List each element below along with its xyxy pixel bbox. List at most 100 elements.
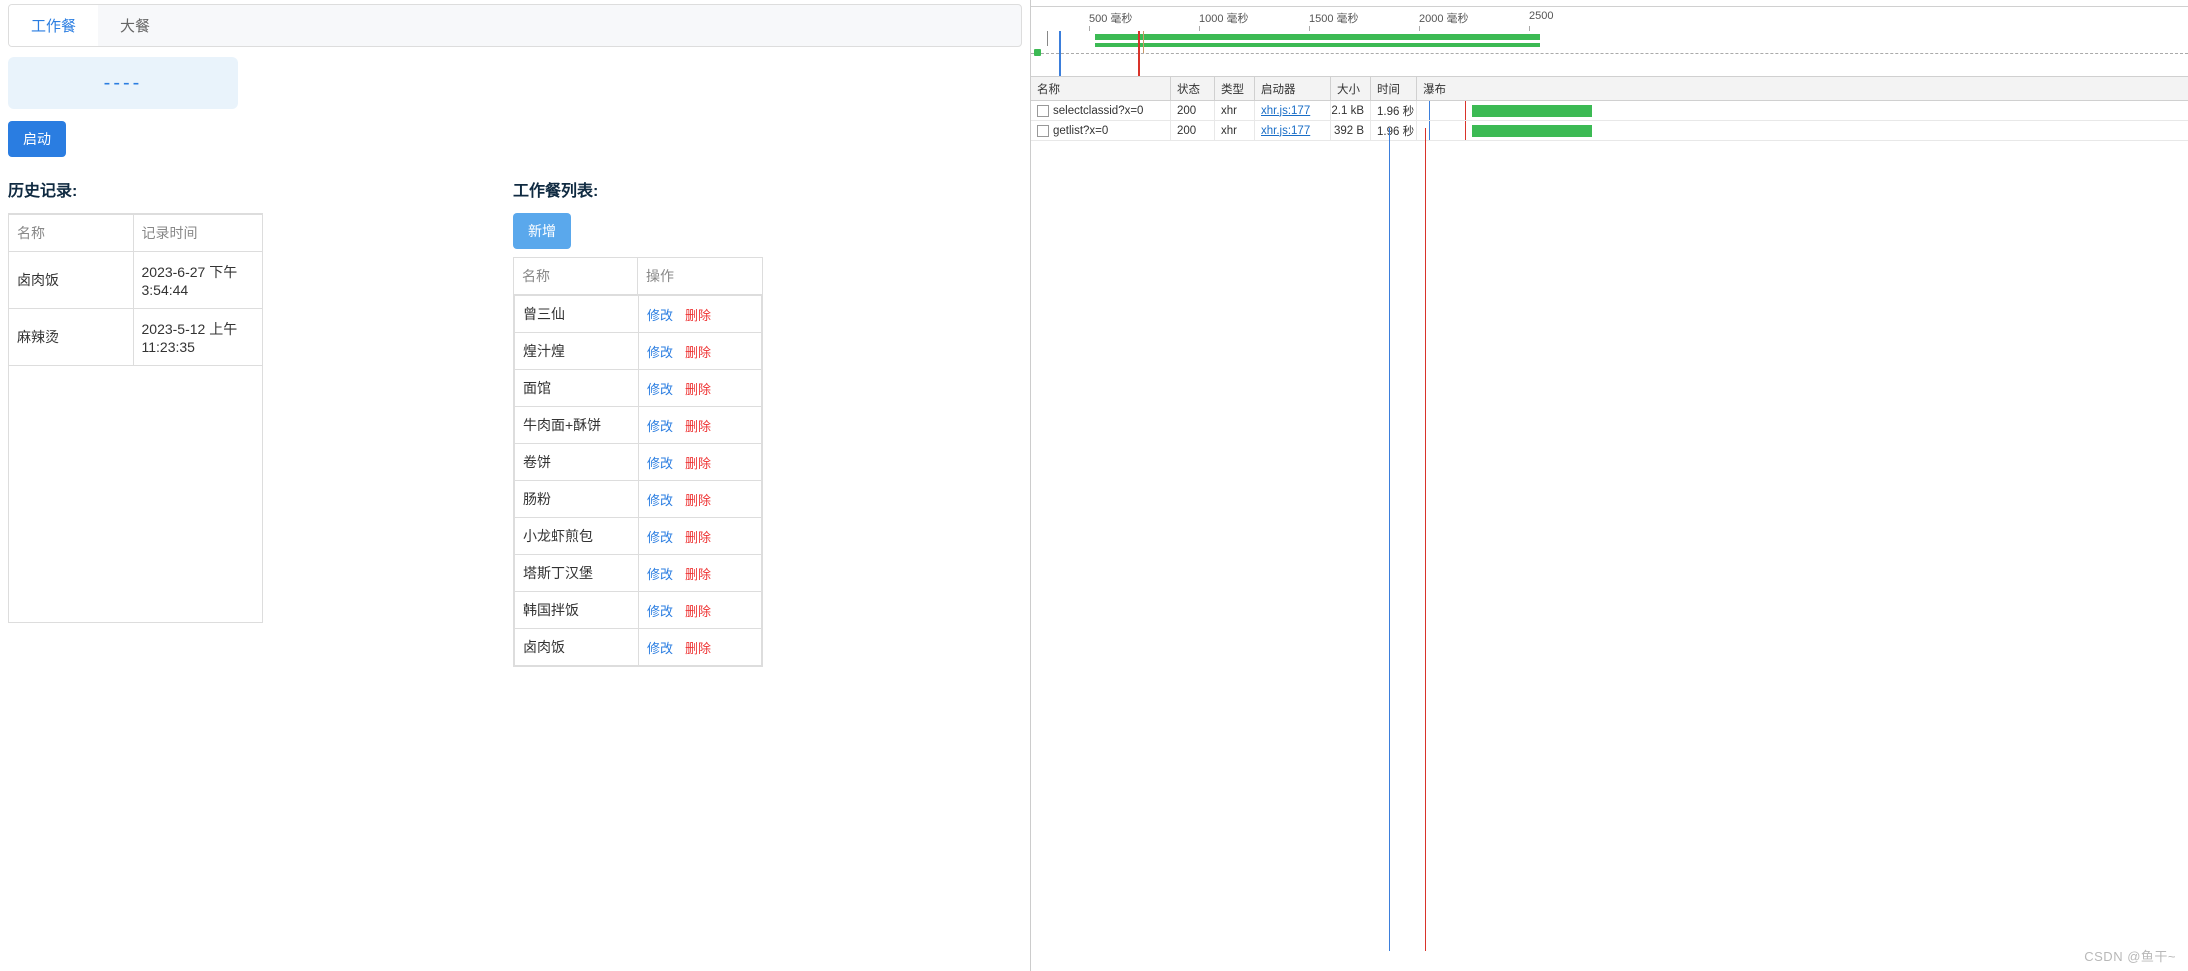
list-item-name: 塔斯丁汉堡 <box>515 555 639 592</box>
col-initiator[interactable]: 启动器 <box>1255 77 1331 100</box>
edit-link[interactable]: 修改 <box>647 308 673 323</box>
edit-link[interactable]: 修改 <box>647 604 673 619</box>
request-name: selectclassid?x=0 <box>1053 105 1143 117</box>
history-time: 2023-5-12 上午11:23:35 <box>133 309 262 366</box>
add-button[interactable]: 新增 <box>513 213 571 249</box>
ruler-tick: 2000 毫秒 <box>1419 10 1469 26</box>
network-request-row[interactable]: selectclassid?x=0 200xhr xhr.js:177 2.1 kB1… <box>1031 101 2188 121</box>
delete-link[interactable]: 删除 <box>685 530 711 545</box>
request-status: 200 <box>1171 101 1215 120</box>
initiator-link[interactable]: xhr.js:177 <box>1261 105 1310 117</box>
history-time: 2023-6-27 下午3:54:44 <box>133 252 262 309</box>
load-marker <box>1138 31 1140 77</box>
list-item-name: 韩国拌饭 <box>515 592 639 629</box>
history-title: 历史记录: <box>8 177 263 201</box>
network-request-row[interactable]: getlist?x=0 200xhr xhr.js:177 392 B1.96 秒 <box>1031 121 2188 141</box>
col-size[interactable]: 大小 <box>1331 77 1371 100</box>
history-col-time: 记录时间 <box>133 215 262 252</box>
edit-link[interactable]: 修改 <box>647 419 673 434</box>
edit-link[interactable]: 修改 <box>647 345 673 360</box>
col-name[interactable]: 名称 <box>1031 77 1171 100</box>
tab-work-meal[interactable]: 工作餐 <box>9 5 98 46</box>
app-panel: 工作餐 大餐 ---- 启动 历史记录: 名称 记录时间 卤肉 <box>0 0 1030 971</box>
list-row: 煌汁煌修改删除 <box>515 333 762 370</box>
request-size: 2.1 kB <box>1331 101 1371 120</box>
delete-link[interactable]: 删除 <box>685 419 711 434</box>
list-item-name: 卤肉饭 <box>515 629 639 666</box>
edit-link[interactable]: 修改 <box>647 567 673 582</box>
domcontentloaded-marker <box>1059 31 1061 77</box>
network-timeline[interactable]: 500 毫秒 1000 毫秒 1500 毫秒 2000 毫秒 2500 <box>1031 7 2188 77</box>
list-row: 塔斯丁汉堡修改删除 <box>515 555 762 592</box>
history-name: 卤肉饭 <box>9 252 133 309</box>
devtools-network-panel: 500 毫秒 1000 毫秒 1500 毫秒 2000 毫秒 2500 名称 状… <box>1030 0 2188 971</box>
delete-link[interactable]: 删除 <box>685 456 711 471</box>
document-icon <box>1037 105 1049 117</box>
start-button[interactable]: 启动 <box>8 121 66 157</box>
timeline-request-bar <box>1095 34 1540 40</box>
history-table: 名称 记录时间 卤肉饭 2023-6-27 下午3:54:44 麻辣烫 2023… <box>8 213 263 623</box>
request-time: 1.96 秒 <box>1371 121 1417 140</box>
list-row: 卤肉饭修改删除 <box>515 629 762 666</box>
list-item-name: 煌汁煌 <box>515 333 639 370</box>
ruler-tick: 1500 毫秒 <box>1309 10 1359 26</box>
edit-link[interactable]: 修改 <box>647 530 673 545</box>
list-item-name: 牛肉面+酥饼 <box>515 407 639 444</box>
edit-link[interactable]: 修改 <box>647 493 673 508</box>
history-name: 麻辣烫 <box>9 309 133 366</box>
request-status: 200 <box>1171 121 1215 140</box>
list-item-name: 卷饼 <box>515 444 639 481</box>
delete-link[interactable]: 删除 <box>685 604 711 619</box>
edit-link[interactable]: 修改 <box>647 382 673 397</box>
list-item-name: 面馆 <box>515 370 639 407</box>
tab-big-meal[interactable]: 大餐 <box>98 5 172 46</box>
col-status[interactable]: 状态 <box>1171 77 1215 100</box>
list-row: 曾三仙修改删除 <box>515 296 762 333</box>
food-list-header: 名称 操作 <box>513 257 763 295</box>
list-item-name: 肠粉 <box>515 481 639 518</box>
document-icon <box>1037 125 1049 137</box>
timeline-request-bar <box>1095 43 1540 47</box>
col-waterfall[interactable]: 瀑布 <box>1417 77 2188 100</box>
category-tabs: 工作餐 大餐 <box>8 4 1022 47</box>
history-row: 麻辣烫 2023-5-12 上午11:23:35 <box>9 309 262 366</box>
ruler-tick: 1000 毫秒 <box>1199 10 1249 26</box>
list-row: 肠粉修改删除 <box>515 481 762 518</box>
request-name: getlist?x=0 <box>1053 125 1108 137</box>
list-row: 卷饼修改删除 <box>515 444 762 481</box>
watermark: CSDN @鱼干~ <box>2084 946 2176 965</box>
waterfall-cell <box>1417 101 2188 120</box>
ruler-tick: 500 毫秒 <box>1089 10 1132 26</box>
history-col-name: 名称 <box>9 215 133 252</box>
list-row: 牛肉面+酥饼修改删除 <box>515 407 762 444</box>
edit-link[interactable]: 修改 <box>647 456 673 471</box>
delete-link[interactable]: 删除 <box>685 641 711 656</box>
list-row: 面馆修改删除 <box>515 370 762 407</box>
delete-link[interactable]: 删除 <box>685 345 711 360</box>
list-col-name: 名称 <box>514 258 638 295</box>
col-type[interactable]: 类型 <box>1215 77 1255 100</box>
list-col-ops: 操作 <box>638 258 763 295</box>
list-row: 韩国拌饭修改删除 <box>515 592 762 629</box>
request-type: xhr <box>1215 121 1255 140</box>
request-size: 392 B <box>1331 121 1371 140</box>
waterfall-cell <box>1417 121 2188 140</box>
list-row: 小龙虾煎包修改删除 <box>515 518 762 555</box>
network-table-header: 名称 状态 类型 启动器 大小 时间 瀑布 <box>1031 77 2188 101</box>
edit-link[interactable]: 修改 <box>647 641 673 656</box>
list-item-name: 小龙虾煎包 <box>515 518 639 555</box>
request-time: 1.96 秒 <box>1371 101 1417 120</box>
initiator-link[interactable]: xhr.js:177 <box>1261 125 1310 137</box>
delete-link[interactable]: 删除 <box>685 493 711 508</box>
devtools-filter-bar[interactable] <box>1031 0 2188 7</box>
request-type: xhr <box>1215 101 1255 120</box>
list-title: 工作餐列表: <box>513 177 763 201</box>
col-time[interactable]: 时间 <box>1371 77 1417 100</box>
history-row: 卤肉饭 2023-6-27 下午3:54:44 <box>9 252 262 309</box>
timeline-start-marker <box>1034 49 1041 56</box>
list-item-name: 曾三仙 <box>515 296 639 333</box>
food-list[interactable]: 曾三仙修改删除煌汁煌修改删除面馆修改删除牛肉面+酥饼修改删除卷饼修改删除肠粉修改… <box>513 295 763 667</box>
delete-link[interactable]: 删除 <box>685 382 711 397</box>
delete-link[interactable]: 删除 <box>685 567 711 582</box>
delete-link[interactable]: 删除 <box>685 308 711 323</box>
